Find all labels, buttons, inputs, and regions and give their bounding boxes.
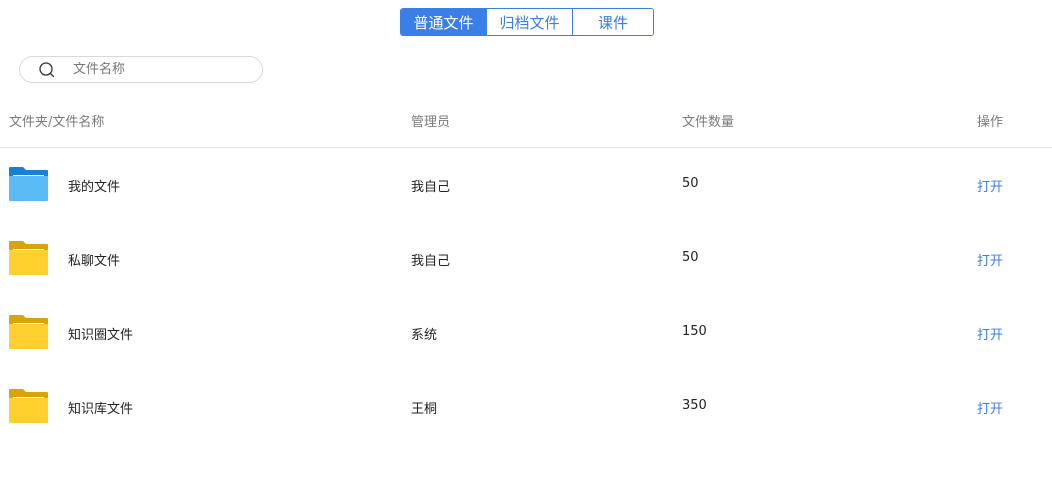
header-divider [0, 147, 1052, 148]
table-row: 知识圈文件 系统 150 打开 [0, 315, 1052, 355]
file-admin: 我自己 [411, 180, 451, 195]
tab-archived-files[interactable]: 归档文件 [486, 9, 572, 35]
search-box[interactable] [19, 56, 263, 83]
tab-courseware[interactable]: 课件 [572, 9, 653, 35]
search-icon[interactable] [38, 61, 56, 79]
file-name[interactable]: 知识库文件 [68, 398, 133, 417]
file-admin: 系统 [411, 328, 438, 343]
blue-folder-icon [9, 167, 48, 201]
column-header-operation: 操作 [977, 115, 1004, 130]
open-link[interactable]: 打开 [977, 324, 1003, 343]
file-count: 350 [682, 398, 707, 413]
tab-regular-files[interactable]: 普通文件 [401, 9, 486, 35]
open-link[interactable]: 打开 [977, 176, 1003, 195]
column-header-admin: 管理员 [411, 115, 451, 130]
table-row: 私聊文件 我自己 50 打开 [0, 241, 1052, 281]
yellow-folder-icon [9, 241, 48, 275]
file-type-tabs: 普通文件 归档文件 课件 [400, 8, 654, 36]
file-count: 150 [682, 324, 707, 339]
file-admin: 王桐 [411, 402, 438, 417]
yellow-folder-icon [9, 315, 48, 349]
file-count: 50 [682, 176, 699, 191]
open-link[interactable]: 打开 [977, 398, 1003, 417]
yellow-folder-icon [9, 389, 48, 423]
table-row: 知识库文件 王桐 350 打开 [0, 389, 1052, 429]
column-header-name: 文件夹/文件名称 [9, 115, 105, 130]
file-name[interactable]: 私聊文件 [68, 250, 120, 269]
open-link[interactable]: 打开 [977, 250, 1003, 269]
file-name[interactable]: 知识圈文件 [68, 324, 133, 343]
column-header-count: 文件数量 [682, 115, 735, 130]
table-row: 我的文件 我自己 50 打开 [0, 167, 1052, 207]
file-name[interactable]: 我的文件 [68, 176, 120, 195]
file-count: 50 [682, 250, 699, 265]
search-input[interactable] [73, 62, 243, 77]
file-admin: 我自己 [411, 254, 451, 269]
